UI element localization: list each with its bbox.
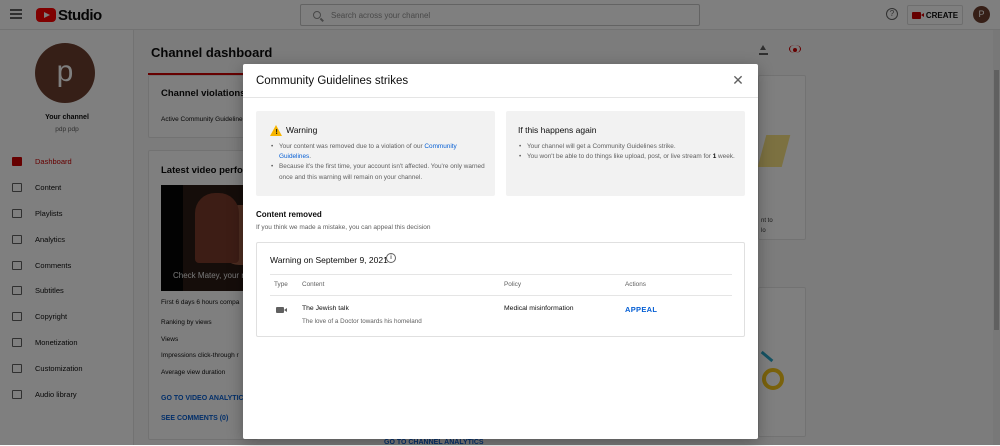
if-happens-again-box: If this happens again Your channel will … <box>506 111 745 196</box>
warning-list: Your content was removed due to a violat… <box>270 142 490 183</box>
warning-bullet-text: Your content was removed due to a violat… <box>279 143 425 150</box>
if-happens-bullet-text: week. <box>716 153 735 161</box>
column-header-type: Type <box>274 281 288 288</box>
appeal-button[interactable]: APPEAL <box>625 305 657 314</box>
column-header-content: Content <box>302 281 325 288</box>
warning-bullet: Your content was removed due to a violat… <box>270 142 490 162</box>
strike-card: Warning on September 9, 2021 i Type Cont… <box>256 242 745 337</box>
content-removed-subtitle: If you think we made a mistake, you can … <box>256 224 431 231</box>
close-icon[interactable]: ✕ <box>731 73 745 87</box>
if-happens-list: Your channel will get a Community Guidel… <box>518 142 740 163</box>
dialog-divider <box>243 97 758 98</box>
warning-heading: Warning <box>286 125 318 135</box>
dialog-title: Community Guidelines strikes <box>256 75 409 87</box>
video-title[interactable]: The Jewish talk <box>302 305 349 312</box>
info-icon[interactable]: i <box>386 253 396 263</box>
warning-bullet-text: Because it's the first time, your accoun… <box>279 163 485 181</box>
if-happens-bullet-text: You won't be able to do things like uplo… <box>527 153 713 161</box>
column-header-policy: Policy <box>504 281 522 288</box>
if-happens-bullet: Your channel will get a Community Guidel… <box>518 142 740 152</box>
community-guidelines-dialog: Community Guidelines strikes ✕ ! Warning… <box>243 64 758 439</box>
if-happens-bullet-text: Your channel will get a Community Guidel… <box>527 143 676 150</box>
warning-icon-mark: ! <box>275 129 278 136</box>
video-description: The love of a Doctor towards his homelan… <box>302 318 422 325</box>
column-header-actions: Actions <box>625 281 646 288</box>
policy-value: Medical misinformation <box>504 305 574 312</box>
warning-box: ! Warning Your content was removed due t… <box>256 111 495 196</box>
table-divider <box>270 295 732 296</box>
content-removed-title: Content removed <box>256 210 322 219</box>
if-happens-bullet: You won't be able to do things like uplo… <box>518 152 740 162</box>
warning-bullet: Because it's the first time, your accoun… <box>270 162 490 182</box>
warning-bullet-text: . <box>309 153 311 161</box>
video-camera-icon <box>276 307 287 313</box>
if-happens-heading: If this happens again <box>518 125 597 135</box>
table-divider <box>270 274 732 275</box>
strike-title: Warning on September 9, 2021 <box>270 255 388 265</box>
